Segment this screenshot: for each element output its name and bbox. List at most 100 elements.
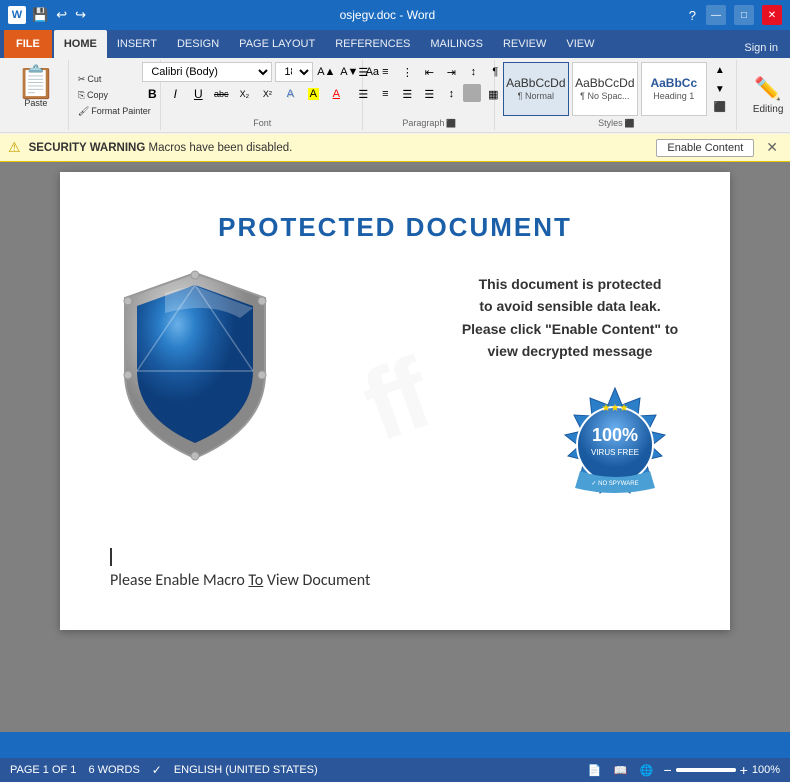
tab-references[interactable]: REFERENCES — [325, 30, 420, 58]
increase-indent-button[interactable]: ⇥ — [441, 62, 461, 82]
document-body: This document is protected to avoid sens… — [110, 263, 680, 518]
warning-text: SECURITY WARNING Macros have been disabl… — [29, 142, 649, 154]
paragraph-label: Paragraph ⬛ — [371, 116, 488, 128]
tab-design[interactable]: DESIGN — [167, 30, 229, 58]
sign-in-link[interactable]: Sign in — [736, 38, 786, 58]
tab-insert[interactable]: INSERT — [107, 30, 167, 58]
editing-label: Editing — [753, 104, 784, 115]
zoom-slider[interactable] — [676, 768, 736, 772]
style-normal-label: ¶ Normal — [518, 91, 554, 101]
bold-button[interactable]: B — [142, 84, 162, 104]
font-label: Font — [169, 116, 356, 128]
paragraph-dialog-launcher[interactable]: ⬛ — [446, 119, 456, 128]
redo-button[interactable]: ↪ — [75, 7, 86, 23]
proofing-icon[interactable]: ✓ — [152, 763, 162, 777]
text-effects-button[interactable]: A — [280, 84, 300, 104]
web-layout-button[interactable]: 🌐 — [637, 761, 655, 779]
editing-button[interactable]: ✏️ Editing — [745, 72, 790, 119]
save-button[interactable]: 💾 — [32, 7, 48, 23]
style-no-spacing-label: ¶ No Spac... — [580, 91, 629, 101]
styles-expand[interactable]: ⬛ — [710, 99, 730, 116]
macro-text-to: To — [248, 571, 263, 590]
undo-button[interactable]: ↩ — [56, 7, 67, 23]
font-group: Calibri (Body) 18 A▲ A▼ Aa B I U abc X₂ … — [163, 60, 363, 130]
macro-section: Please Enable Macro To View Document — [110, 548, 680, 590]
title-bar-left: W 💾 ↩ ↪ — [8, 6, 86, 24]
numbered-list-button[interactable]: ≡ — [375, 62, 395, 82]
help-button[interactable]: ? — [689, 8, 696, 23]
title-bar: W 💾 ↩ ↪ osjegv.doc - Word ? — □ ✕ — [0, 0, 790, 30]
font-size-select[interactable]: 18 — [275, 62, 313, 82]
zoom-level: 100% — [752, 764, 780, 776]
read-mode-button[interactable]: 📖 — [611, 761, 629, 779]
styles-scroll-down[interactable]: ▼ — [710, 81, 730, 98]
line-spacing-button[interactable]: ↕ — [441, 84, 461, 104]
style-normal-preview: AaBbCcDd — [506, 77, 565, 89]
document-header: PROTECTED DOCUMENT — [110, 212, 680, 243]
window-title: osjegv.doc - Word — [86, 8, 689, 22]
language: ENGLISH (UNITED STATES) — [174, 764, 318, 776]
svg-text:✓ NO SPYWARE: ✓ NO SPYWARE — [591, 481, 638, 487]
enable-content-button[interactable]: Enable Content — [656, 139, 754, 157]
zoom-in-button[interactable]: + — [740, 762, 748, 778]
italic-button[interactable]: I — [165, 84, 185, 104]
word-count: 6 WORDS — [88, 764, 139, 776]
style-heading1[interactable]: AaBbCc Heading 1 — [641, 62, 707, 116]
increase-font-button[interactable]: A▲ — [316, 62, 336, 82]
font-name-select[interactable]: Calibri (Body) — [142, 62, 272, 82]
editing-group: ✏️ Editing — [739, 60, 790, 130]
zoom-control: − + 100% — [663, 762, 780, 778]
style-normal[interactable]: AaBbCcDd ¶ Normal — [503, 62, 569, 116]
align-center-button[interactable]: ≡ — [375, 84, 395, 104]
close-button[interactable]: ✕ — [762, 5, 782, 25]
sort-button[interactable]: ↕ — [463, 62, 483, 82]
svg-text:VIRUS FREE: VIRUS FREE — [591, 448, 639, 457]
shield-container — [110, 263, 290, 468]
tab-home[interactable]: HOME — [54, 30, 107, 58]
shading-button[interactable] — [463, 84, 481, 102]
editing-icon: ✏️ — [754, 76, 781, 102]
clipboard-group: 📋 Paste ✂ Cut ⎘ Copy 🖌 Format Painter Cl… — [4, 60, 161, 130]
superscript-button[interactable]: X² — [257, 84, 277, 104]
tab-mailings[interactable]: MAILINGS — [420, 30, 493, 58]
styles-dialog-launcher[interactable]: ⬛ — [625, 119, 635, 128]
status-left: PAGE 1 OF 1 6 WORDS ✓ ENGLISH (UNITED ST… — [10, 763, 318, 777]
macro-text: Please Enable Macro To View Document — [110, 571, 680, 590]
print-layout-button[interactable]: 📄 — [585, 761, 603, 779]
tab-page-layout[interactable]: PAGE LAYOUT — [229, 30, 325, 58]
tab-review[interactable]: REVIEW — [493, 30, 556, 58]
maximize-button[interactable]: □ — [734, 5, 754, 25]
font-color-button[interactable]: A — [326, 84, 346, 104]
page-info: PAGE 1 OF 1 — [10, 764, 76, 776]
shield-icon — [110, 263, 280, 463]
style-no-spacing[interactable]: AaBbCcDd ¶ No Spac... — [572, 62, 638, 116]
subscript-button[interactable]: X₂ — [234, 84, 254, 104]
text-cursor — [110, 548, 112, 566]
styles-scroll-up[interactable]: ▲ — [710, 62, 730, 79]
document-right-section: This document is protected to avoid sens… — [310, 263, 680, 518]
justify-button[interactable]: ☰ — [419, 84, 439, 104]
format-painter-button[interactable]: 🖌 Format Painter — [75, 105, 154, 118]
align-left-button[interactable]: ☰ — [353, 84, 373, 104]
highlight-button[interactable]: A — [303, 84, 323, 104]
align-right-button[interactable]: ☰ — [397, 84, 417, 104]
svg-text:★★★: ★★★ — [602, 403, 629, 414]
multilevel-list-button[interactable]: ⋮ — [397, 62, 417, 82]
paste-button[interactable]: 📋 Paste — [10, 64, 62, 110]
decrease-indent-button[interactable]: ⇤ — [419, 62, 439, 82]
ribbon-tab-bar: FILE HOME INSERT DESIGN PAGE LAYOUT REFE… — [0, 30, 790, 58]
document-area: ff PROTECTED DOCUMENT — [0, 162, 790, 732]
paragraph-group: ☰ ≡ ⋮ ⇤ ⇥ ↕ ¶ ☰ ≡ ☰ ☰ ↕ ▦ Paragraph ⬛ — [365, 60, 495, 130]
warning-close-button[interactable]: ✕ — [762, 139, 782, 156]
tab-file[interactable]: FILE — [4, 30, 52, 58]
paste-label: Paste — [24, 98, 47, 108]
underline-button[interactable]: U — [188, 84, 208, 104]
zoom-out-button[interactable]: − — [663, 762, 671, 778]
tab-view[interactable]: VIEW — [556, 30, 604, 58]
minimize-button[interactable]: — — [706, 5, 726, 25]
copy-icon: ⎘ — [78, 90, 85, 101]
bullets-button[interactable]: ☰ — [353, 62, 373, 82]
status-right: 📄 📖 🌐 − + 100% — [585, 761, 780, 779]
style-no-spacing-preview: AaBbCcDd — [575, 77, 634, 89]
strikethrough-button[interactable]: abc — [211, 84, 231, 104]
